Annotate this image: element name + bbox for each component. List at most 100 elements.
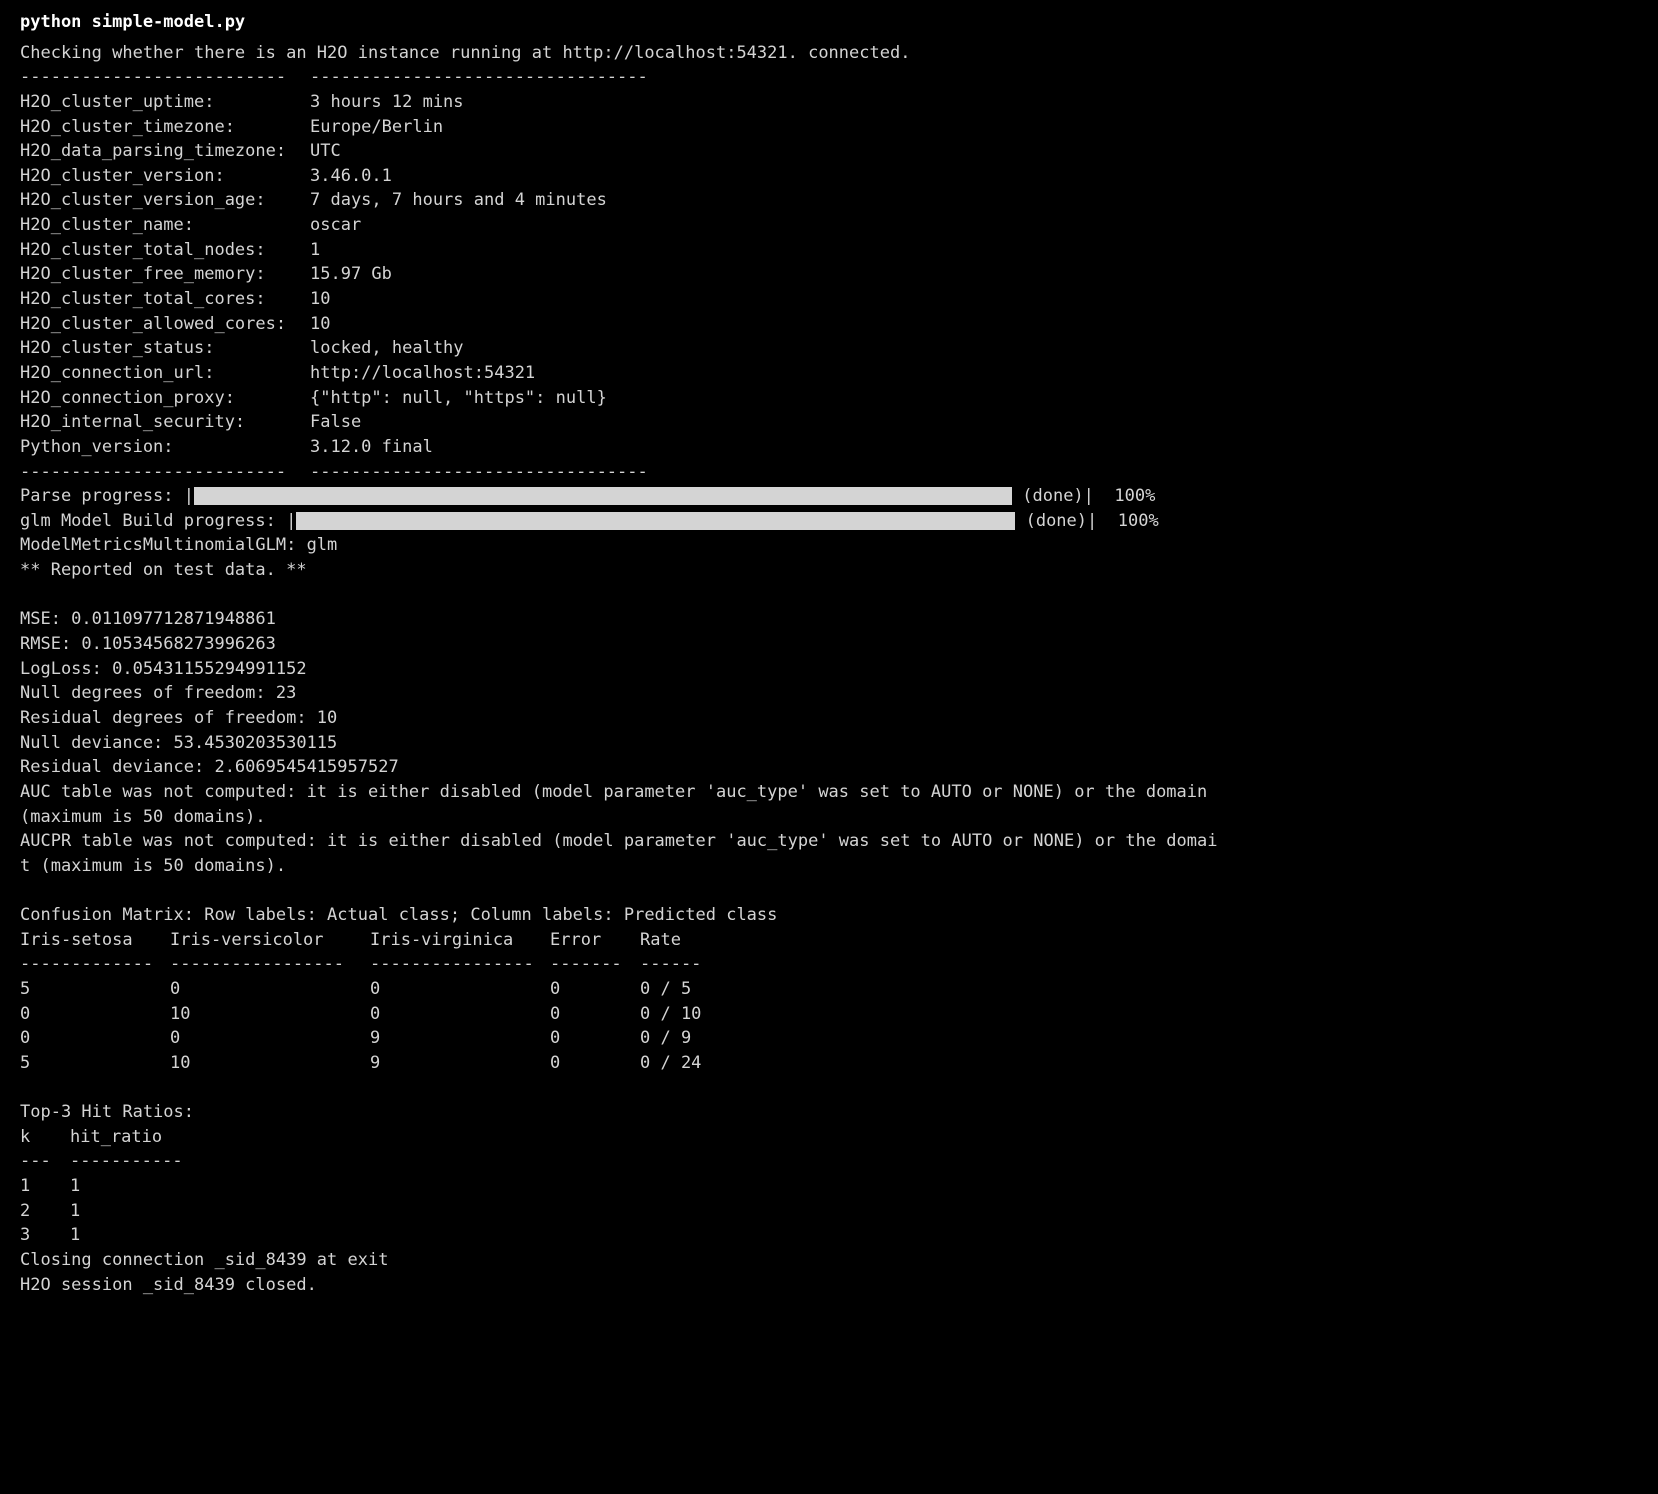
hr-cell: ----------- <box>70 1149 200 1174</box>
metric-line: (maximum is 50 domains). <box>20 805 1638 830</box>
cluster-info-value: 3.46.0.1 <box>310 164 392 189</box>
closing-line: Closing connection _sid_8439 at exit <box>20 1248 1638 1273</box>
cm-cell: ------ <box>640 952 730 977</box>
cm-cell: ----------------- <box>170 952 370 977</box>
cluster-info-value: 10 <box>310 287 330 312</box>
sep-right: --------------------------------- <box>310 460 648 485</box>
cluster-info-value: False <box>310 410 361 435</box>
cluster-info-value: locked, healthy <box>310 336 464 361</box>
metric-line: RMSE: 0.10534568273996263 <box>20 632 1638 657</box>
cm-cell: 0 <box>550 977 640 1002</box>
cm-cell: 0 / 5 <box>640 977 730 1002</box>
separator-row: -------------------------- -------------… <box>20 65 1638 90</box>
hr-header-row: khit_ratio <box>20 1125 1638 1150</box>
cm-cell: 0 <box>370 977 550 1002</box>
cm-cell: 9 <box>370 1051 550 1076</box>
cluster-info-row: H2O_cluster_version:3.46.0.1 <box>20 164 1638 189</box>
sep-right: --------------------------------- <box>310 65 648 90</box>
cluster-info-row: H2O_cluster_version_age:7 days, 7 hours … <box>20 188 1638 213</box>
cluster-info-row: H2O_cluster_total_cores:10 <box>20 287 1638 312</box>
cm-cell: Iris-virginica <box>370 928 550 953</box>
cluster-info-key: H2O_cluster_version: <box>20 164 310 189</box>
cluster-info-value: 1 <box>310 238 320 263</box>
cm-cell: 10 <box>170 1002 370 1027</box>
cluster-info-key: H2O_connection_proxy: <box>20 386 310 411</box>
cm-cell: ------------- <box>20 952 170 977</box>
progress-label: glm Model Build progress: | <box>20 509 296 534</box>
cluster-info-row: H2O_connection_url:http://localhost:5432… <box>20 361 1638 386</box>
cm-data-row: 510900 / 24 <box>20 1051 1638 1076</box>
cluster-info-key: H2O_cluster_total_cores: <box>20 287 310 312</box>
metric-line: MSE: 0.011097712871948861 <box>20 607 1638 632</box>
hr-cell: 1 <box>20 1174 70 1199</box>
separator-row: -------------------------- -------------… <box>20 460 1638 485</box>
hr-cell: hit_ratio <box>70 1125 200 1150</box>
progress-done: (done)| 100% <box>1012 484 1155 509</box>
cm-header-row: Iris-setosaIris-versicolorIris-virginica… <box>20 928 1638 953</box>
cluster-info-value: 7 days, 7 hours and 4 minutes <box>310 188 607 213</box>
metric-line: Null degrees of freedom: 23 <box>20 681 1638 706</box>
confusion-matrix-table: Iris-setosaIris-versicolorIris-virginica… <box>20 928 1638 1076</box>
hr-cell: 2 <box>20 1199 70 1224</box>
cm-cell: 0 <box>550 1002 640 1027</box>
cm-cell: Iris-setosa <box>20 928 170 953</box>
cluster-info-key: H2O_data_parsing_timezone: <box>20 139 310 164</box>
hit-ratios-title: Top-3 Hit Ratios: <box>20 1100 1638 1125</box>
sep-left: -------------------------- <box>20 65 310 90</box>
cm-data-row: 00900 / 9 <box>20 1026 1638 1051</box>
cluster-info-row: H2O_cluster_name:oscar <box>20 213 1638 238</box>
metrics-header: ModelMetricsMultinomialGLM: glm <box>20 533 1638 558</box>
reported-on: ** Reported on test data. ** <box>20 558 1638 583</box>
cm-cell: 0 <box>550 1026 640 1051</box>
cluster-info-row: Python_version:3.12.0 final <box>20 435 1638 460</box>
blank <box>20 1076 1638 1101</box>
metric-line: Null deviance: 53.4530203530115 <box>20 731 1638 756</box>
cluster-info-row: H2O_internal_security:False <box>20 410 1638 435</box>
cluster-info-row: H2O_data_parsing_timezone:UTC <box>20 139 1638 164</box>
cm-cell: 0 <box>170 977 370 1002</box>
metrics-block: MSE: 0.011097712871948861RMSE: 0.1053456… <box>20 607 1638 878</box>
hr-cell: 1 <box>70 1199 200 1224</box>
hr-cell: k <box>20 1125 70 1150</box>
cm-data-row: 010000 / 10 <box>20 1002 1638 1027</box>
hr-cell: 3 <box>20 1223 70 1248</box>
metric-line: LogLoss: 0.05431155294991152 <box>20 657 1638 682</box>
cm-cell: 0 <box>20 1026 170 1051</box>
cm-cell: Iris-versicolor <box>170 928 370 953</box>
progress-bar <box>194 487 1012 505</box>
cluster-info-value: 3 hours 12 mins <box>310 90 464 115</box>
cluster-info-row: H2O_cluster_total_nodes:1 <box>20 238 1638 263</box>
cluster-info-row: H2O_cluster_timezone:Europe/Berlin <box>20 115 1638 140</box>
cm-cell: 0 <box>20 1002 170 1027</box>
cluster-info-key: H2O_cluster_status: <box>20 336 310 361</box>
cm-cell: Error <box>550 928 640 953</box>
cluster-info-value: 3.12.0 final <box>310 435 433 460</box>
cm-cell: 5 <box>20 1051 170 1076</box>
cm-cell: ------- <box>550 952 640 977</box>
cm-cell: 0 <box>550 1051 640 1076</box>
closing-line: H2O session _sid_8439 closed. <box>20 1273 1638 1298</box>
cm-cell: 0 <box>370 1002 550 1027</box>
cm-cell: 5 <box>20 977 170 1002</box>
cluster-info-value: Europe/Berlin <box>310 115 443 140</box>
cm-cell: 10 <box>170 1051 370 1076</box>
blank <box>20 878 1638 903</box>
sep-left: -------------------------- <box>20 460 310 485</box>
cluster-info-key: H2O_connection_url: <box>20 361 310 386</box>
progress-bar <box>296 512 1015 530</box>
build-progress: glm Model Build progress: | (done)| 100% <box>20 509 1638 534</box>
connect-status: Checking whether there is an H2O instanc… <box>20 41 1638 66</box>
cluster-info-key: H2O_cluster_uptime: <box>20 90 310 115</box>
confusion-matrix-title: Confusion Matrix: Row labels: Actual cla… <box>20 903 1638 928</box>
metric-line: t (maximum is 50 domains). <box>20 854 1638 879</box>
progress-label: Parse progress: | <box>20 484 194 509</box>
cluster-info-row: H2O_cluster_uptime:3 hours 12 mins <box>20 90 1638 115</box>
metric-line: AUCPR table was not computed: it is eith… <box>20 829 1638 854</box>
hr-data-row: 21 <box>20 1199 1638 1224</box>
cluster-info-value: http://localhost:54321 <box>310 361 535 386</box>
cluster-info-key: H2O_cluster_version_age: <box>20 188 310 213</box>
cluster-info-row: H2O_cluster_status:locked, healthy <box>20 336 1638 361</box>
cluster-info-value: 10 <box>310 312 330 337</box>
cm-cell: 0 / 9 <box>640 1026 730 1051</box>
hr-sep-row: -------------- <box>20 1149 1638 1174</box>
